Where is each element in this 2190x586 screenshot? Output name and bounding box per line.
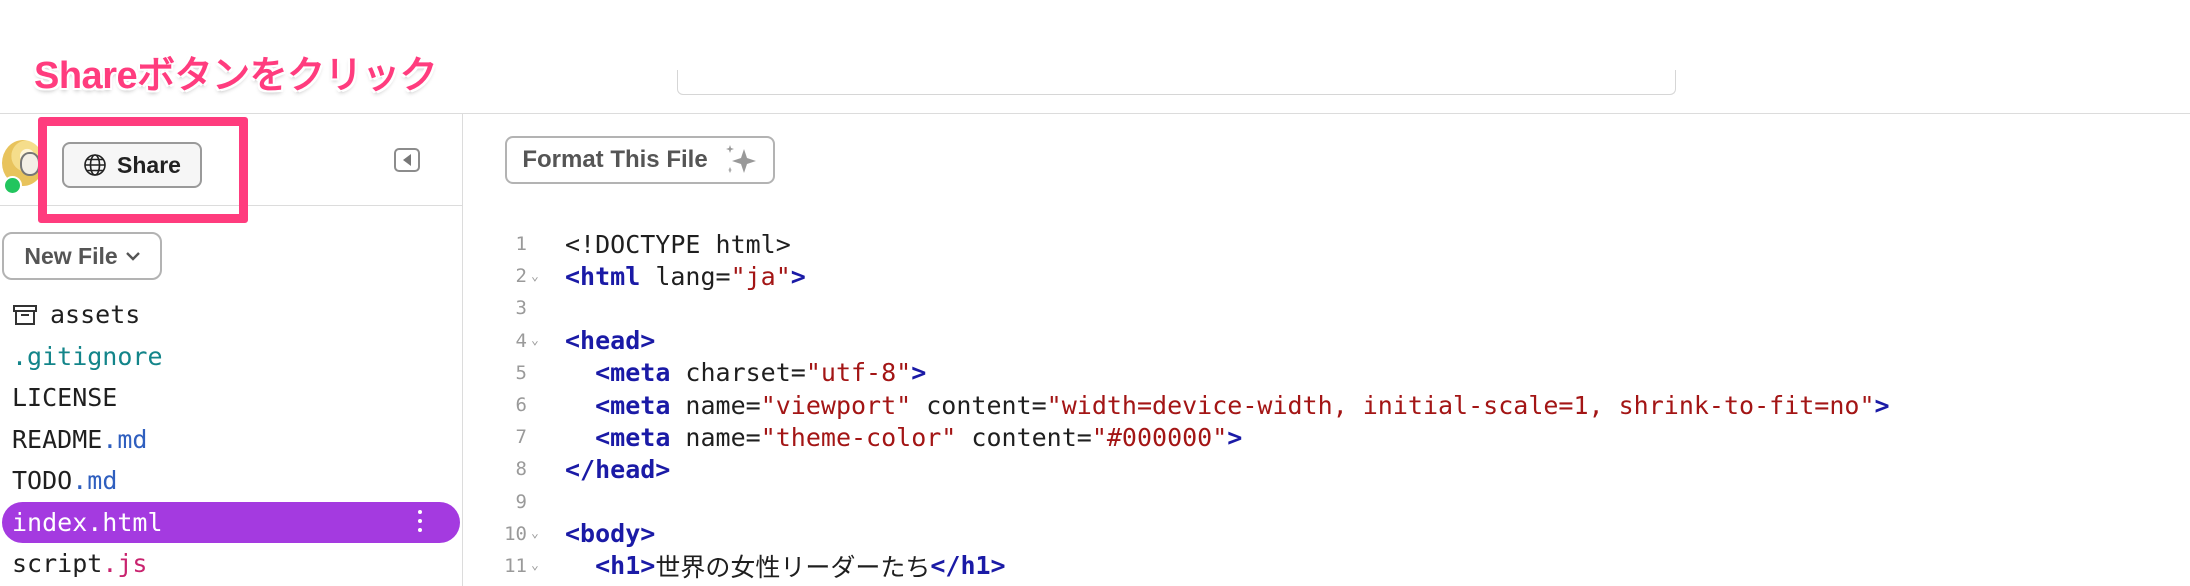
file-name: README	[12, 424, 103, 454]
file-extension: .md	[102, 424, 148, 454]
code-line: 5 <meta charset= "utf-8" >	[463, 357, 2190, 389]
collapse-arrow-icon	[403, 154, 411, 166]
line-number: 8	[515, 458, 527, 481]
code-line: 4 ⌄ <head>	[463, 325, 2190, 357]
fold-chevron-icon[interactable]: ⌄	[527, 558, 565, 573]
line-number: 1	[515, 233, 527, 256]
line-number: 7	[515, 426, 527, 449]
file-name: TODO	[12, 466, 73, 496]
file-name: script	[12, 549, 103, 579]
file-name: assets	[50, 300, 141, 330]
file-item-readme[interactable]: README .md	[0, 419, 462, 461]
line-number: 5	[515, 361, 527, 384]
fold-chevron-icon[interactable]: ⌄	[527, 269, 565, 284]
code-editor[interactable]: Format This File 1 <!DOCTYPE html> 2 ⌄ <h…	[463, 114, 2190, 586]
file-item-assets[interactable]: assets	[0, 294, 462, 336]
code-line: 8 </head>	[463, 453, 2190, 485]
line-number: 4	[515, 329, 527, 352]
format-file-label: Format This File	[522, 146, 708, 173]
line-number: 3	[515, 297, 527, 320]
collapse-sidebar-button[interactable]	[394, 148, 420, 172]
code-line: 6 <meta name= "viewport" content= "width=d…	[463, 389, 2190, 421]
line-number: 11	[504, 554, 527, 577]
new-file-label: New File	[24, 242, 118, 269]
file-item-script[interactable]: script .js	[0, 543, 462, 585]
fold-chevron-icon[interactable]: ⌄	[527, 333, 565, 348]
top-url-bar[interactable]	[677, 70, 1676, 95]
online-status-dot	[3, 176, 22, 195]
code-line: 3	[463, 292, 2190, 324]
code-line: 7 <meta name= "theme-color" content= "#000…	[463, 421, 2190, 453]
fold-chevron-icon[interactable]: ⌄	[527, 526, 565, 541]
file-extension: .md	[72, 466, 118, 496]
line-number: 6	[515, 394, 527, 417]
file-name: .gitignore	[12, 341, 163, 371]
annotation-highlight-box	[38, 117, 248, 223]
file-extension: .js	[102, 549, 148, 579]
code-line: 10 ⌄ <body>	[463, 518, 2190, 550]
file-item-index-html[interactable]: index.html	[2, 501, 460, 543]
new-file-button[interactable]: New File	[2, 232, 162, 280]
code-line: 11 ⌄ <h1> 世界の女性リーダーたち </h1>	[463, 550, 2190, 582]
file-item-license[interactable]: LICENSE	[0, 377, 462, 419]
line-number: 9	[515, 490, 527, 513]
file-list: assets .gitignore LICENSE README .md TODO…	[0, 294, 462, 585]
code-line: 2 ⌄ <html lang= "ja" >	[463, 260, 2190, 292]
code-area[interactable]: 1 <!DOCTYPE html> 2 ⌄ <html lang= "ja" > 3 …	[463, 228, 2190, 582]
file-item-todo[interactable]: TODO .md	[0, 460, 462, 502]
archive-icon	[13, 304, 37, 325]
code-line: 1 <!DOCTYPE html>	[463, 228, 2190, 260]
line-number: 2	[515, 265, 527, 288]
file-item-gitignore[interactable]: .gitignore	[0, 336, 462, 378]
kebab-menu-icon[interactable]	[418, 509, 422, 532]
sparkle-icon	[725, 145, 756, 173]
code-line: 9	[463, 486, 2190, 518]
format-file-button[interactable]: Format This File	[505, 136, 775, 184]
file-name: LICENSE	[12, 383, 118, 413]
line-number: 10	[504, 522, 527, 545]
chevron-down-icon	[125, 251, 140, 261]
file-name: index.html	[12, 507, 163, 537]
annotation-title: Shareボタンをクリック	[34, 55, 438, 97]
